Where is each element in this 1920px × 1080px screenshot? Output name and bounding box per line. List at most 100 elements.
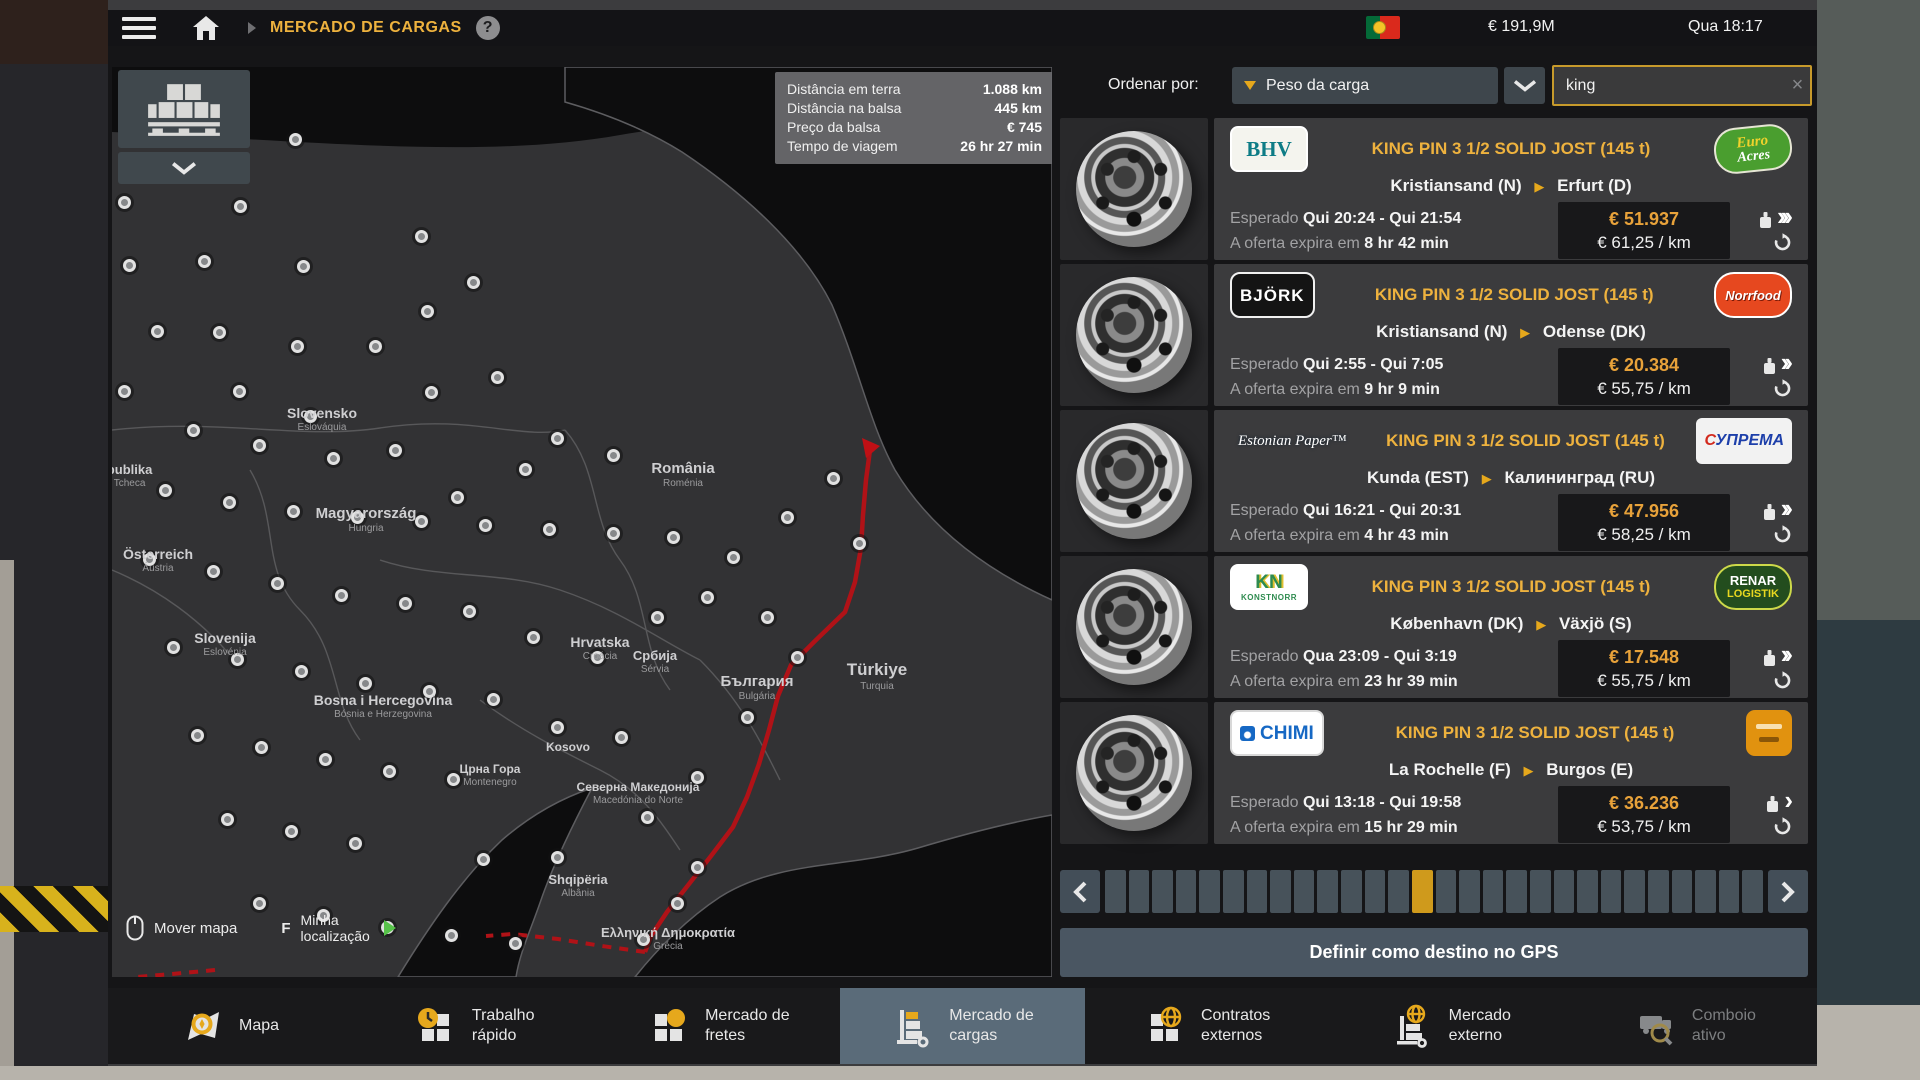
city-dot — [615, 731, 628, 744]
help-icon[interactable]: ? — [476, 16, 500, 40]
search-box: × — [1552, 65, 1812, 106]
page-segment[interactable] — [1388, 870, 1409, 913]
page-segment-active[interactable] — [1412, 870, 1433, 913]
cargo-offer-row[interactable]: CHIMI KING PIN 3 1/2 SOLID JOST (145 t) … — [1060, 702, 1808, 844]
nav-comboio-ativo[interactable]: Comboioativo — [1573, 988, 1817, 1064]
cargo-offer-row[interactable]: BHV KING PIN 3 1/2 SOLID JOST (145 t) Eu… — [1060, 118, 1808, 260]
page-segment[interactable] — [1624, 870, 1645, 913]
nav-mercado-de-cargas[interactable]: Mercado decargas — [840, 988, 1084, 1064]
page-segment[interactable] — [1270, 870, 1291, 913]
page-segment[interactable] — [1317, 870, 1338, 913]
page-segment[interactable] — [1719, 870, 1740, 913]
city-dot — [369, 340, 382, 353]
search-input[interactable] — [1554, 77, 1785, 95]
prev-page-button[interactable] — [1060, 870, 1100, 913]
next-page-button[interactable] — [1768, 870, 1808, 913]
page-segment[interactable] — [1530, 870, 1551, 913]
city-dot — [671, 897, 684, 910]
page-segment[interactable] — [1577, 870, 1598, 913]
page-segment[interactable] — [1129, 870, 1150, 913]
route: København (DK) ▶ Växjö (S) — [1230, 614, 1792, 634]
cargo-title: KING PIN 3 1/2 SOLID JOST (145 t) — [1308, 139, 1714, 159]
route-info-box: Distância em terra 1.088 km Distância na… — [775, 72, 1052, 164]
city-dot — [477, 853, 490, 866]
offer-price: € 17.548 — [1570, 645, 1718, 669]
my-location-label[interactable]: Minha localização — [301, 912, 370, 944]
set-gps-destination-button[interactable]: Definir como destino no GPS — [1060, 928, 1808, 977]
country-label: MagyarországHungria — [316, 505, 417, 534]
chevron-down-icon — [171, 161, 197, 175]
route-arrow-icon: ▶ — [1534, 179, 1544, 194]
city-dot — [297, 260, 310, 273]
page-segment[interactable] — [1176, 870, 1197, 913]
page-segment[interactable] — [1247, 870, 1268, 913]
breadcrumb: MERCADO DE CARGAS — [270, 19, 462, 37]
offer-icons: ›› — [1730, 502, 1792, 544]
mouse-icon — [126, 915, 144, 941]
loop-icon — [1773, 233, 1792, 252]
sort-dropdown[interactable]: Peso da carga — [1232, 67, 1498, 104]
cargo-offer-row[interactable]: Estonian Paper™ KING PIN 3 1/2 SOLID JOS… — [1060, 410, 1808, 552]
page-segment[interactable] — [1105, 870, 1126, 913]
country-label: СрбијаSérvia — [633, 648, 677, 675]
freight-market-icon — [647, 1004, 691, 1048]
sort-expand-button[interactable] — [1504, 67, 1545, 104]
city-dot — [285, 825, 298, 838]
pallet-icon — [146, 82, 222, 137]
offer-price-per-km: € 58,25 / km — [1570, 523, 1718, 546]
city-dot — [221, 813, 234, 826]
nav-trabalho-rapido[interactable]: Trabalhorápido — [352, 988, 596, 1064]
city-dot — [741, 711, 754, 724]
country-label: RomâniaRoménia — [651, 460, 714, 489]
company-logo: BJÖRK — [1230, 272, 1315, 318]
clear-search-icon[interactable]: × — [1785, 74, 1810, 97]
offer-price-per-km: € 55,75 / km — [1570, 669, 1718, 692]
cargo-thumbnail — [1060, 264, 1208, 406]
background-floor — [0, 1066, 1920, 1080]
city-dot — [191, 729, 204, 742]
cargo-offer-row[interactable]: BJÖRK KING PIN 3 1/2 SOLID JOST (145 t) … — [1060, 264, 1808, 406]
page-segment[interactable] — [1601, 870, 1622, 913]
city-dot — [167, 641, 180, 654]
page-segment[interactable] — [1223, 870, 1244, 913]
page-segment[interactable] — [1294, 870, 1315, 913]
cargo-type-button[interactable] — [118, 70, 250, 148]
cargo-thumbnail — [1060, 410, 1208, 552]
page-segment[interactable] — [1648, 870, 1669, 913]
page-segment[interactable] — [1742, 870, 1763, 913]
company-logo: BHV — [1230, 126, 1308, 172]
page-segment[interactable] — [1199, 870, 1220, 913]
page-segment[interactable] — [1152, 870, 1173, 913]
page-segment[interactable] — [1365, 870, 1386, 913]
page-segment[interactable] — [1695, 870, 1716, 913]
page-segment[interactable] — [1436, 870, 1457, 913]
nav-mapa[interactable]: Mapa — [108, 988, 352, 1064]
cargo-thumbnail — [1060, 556, 1208, 698]
loop-icon — [1773, 817, 1792, 836]
quick-job-icon — [414, 1004, 458, 1048]
map-legend: Mover mapa F Minha localização — [126, 912, 396, 944]
page-segment[interactable] — [1341, 870, 1362, 913]
country-label: Bosna i HercegovinaBósnia e Herzegovina — [314, 692, 453, 720]
nav-mercado-de-fretes[interactable]: Mercado defretes — [596, 988, 840, 1064]
urgency-chevrons: ›› — [1781, 498, 1792, 518]
map-canvas[interactable]: á republikablica TchecaSlovenskoEslováqu… — [112, 67, 1052, 977]
route: Kunda (EST) ▶ Калининград (RU) — [1230, 468, 1792, 488]
page-segment[interactable] — [1672, 870, 1693, 913]
page-segment[interactable] — [1554, 870, 1575, 913]
country-label: SlovenskoEslováquia — [287, 405, 357, 433]
nav-contratos-externos[interactable]: Contratosexternos — [1085, 988, 1329, 1064]
cargo-type-collapse-button[interactable] — [118, 152, 250, 184]
page-segment[interactable] — [1459, 870, 1480, 913]
page-segment[interactable] — [1483, 870, 1504, 913]
cargo-offer-row[interactable]: KN KONSTNORR KING PIN 3 1/2 SOLID JOST (… — [1060, 556, 1808, 698]
offer-price: € 20.384 — [1570, 353, 1718, 377]
city-dot — [271, 577, 284, 590]
offer-icons: ››› — [1730, 210, 1792, 252]
game-datetime: Qua 18:17 — [1688, 18, 1808, 36]
city-dot — [551, 851, 564, 864]
page-segment[interactable] — [1506, 870, 1527, 913]
home-icon[interactable] — [192, 15, 220, 41]
nav-mercado-externo[interactable]: Mercadoexterno — [1329, 988, 1573, 1064]
menu-icon[interactable] — [122, 17, 156, 39]
